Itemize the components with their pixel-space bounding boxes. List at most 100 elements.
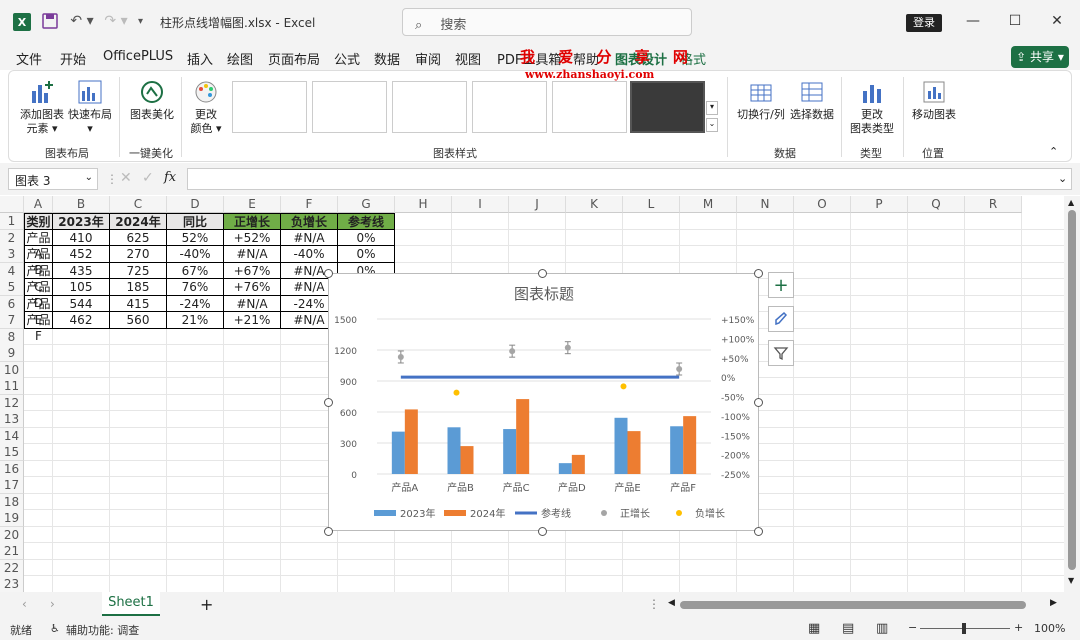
column-header[interactable]: L <box>623 196 680 213</box>
add-sheet-icon[interactable]: + <box>200 595 213 614</box>
table-header-cell[interactable]: 负增长 <box>281 213 338 230</box>
column-header[interactable]: E <box>224 196 281 213</box>
chart-beautify-button[interactable]: 图表美化 <box>127 79 177 122</box>
row-header[interactable]: 4 <box>0 262 24 280</box>
gallery-scroll-down-icon[interactable]: ▾ <box>706 101 718 115</box>
row-header[interactable]: 13 <box>0 411 24 428</box>
table-header-cell[interactable]: 2023年 <box>53 213 110 230</box>
gallery-more-icon[interactable]: ⌄ <box>706 118 718 132</box>
table-header-cell[interactable]: 正增长 <box>224 213 281 230</box>
row-header[interactable]: 6 <box>0 295 24 313</box>
table-cell[interactable]: +52% <box>224 229 281 246</box>
scroll-right-icon[interactable]: ▶ <box>1050 598 1057 608</box>
expand-formula-icon[interactable]: ⌄ <box>1058 172 1067 185</box>
redo-icon[interactable]: ↷ ▾ <box>102 11 130 31</box>
horizontal-scroll-thumb[interactable] <box>680 601 1026 609</box>
row-header[interactable]: 23 <box>0 576 24 593</box>
search-box[interactable]: ⌕ 搜索 <box>402 8 692 36</box>
row-header[interactable]: 20 <box>0 526 24 544</box>
column-header[interactable]: M <box>680 196 737 213</box>
move-chart-button[interactable]: 移动图表 <box>909 79 959 122</box>
column-header[interactable]: F <box>281 196 338 213</box>
select-all-corner[interactable] <box>0 196 24 213</box>
table-cell[interactable]: -24% <box>167 295 224 312</box>
login-button[interactable]: 登录 <box>906 14 942 32</box>
table-cell[interactable]: 52% <box>167 229 224 246</box>
normal-view-icon[interactable]: ▦ <box>808 621 820 636</box>
column-header[interactable]: B <box>53 196 110 213</box>
row-header[interactable]: 8 <box>0 328 24 346</box>
vertical-scrollbar[interactable]: ▲ ▼ <box>1064 196 1080 592</box>
share-button[interactable]: ⇪ 共享 ▾ <box>1011 46 1069 68</box>
maximize-icon[interactable]: ☐ <box>1000 8 1030 34</box>
collapse-ribbon-icon[interactable]: ⌃ <box>1049 145 1058 158</box>
column-header[interactable]: D <box>167 196 224 213</box>
table-header-cell[interactable]: 同比 <box>167 213 224 230</box>
scroll-up-icon[interactable]: ▲ <box>1068 198 1074 207</box>
column-header[interactable]: J <box>509 196 566 213</box>
table-cell[interactable]: 产品A <box>24 229 53 261</box>
menu-review[interactable]: 审阅 <box>415 49 441 68</box>
column-header[interactable]: C <box>110 196 167 213</box>
menu-insert[interactable]: 插入 <box>187 49 213 68</box>
insert-function-icon[interactable]: fx <box>164 170 176 185</box>
table-cell[interactable]: 产品C <box>24 262 53 294</box>
row-header[interactable]: 11 <box>0 378 24 395</box>
quick-layout-button[interactable]: 快速布局 ▾ <box>67 79 113 136</box>
table-cell[interactable]: 625 <box>110 229 167 246</box>
scroll-down-icon[interactable]: ▼ <box>1068 576 1074 585</box>
table-cell[interactable]: 560 <box>110 312 167 329</box>
menu-formulas[interactable]: 公式 <box>334 49 360 68</box>
menu-data[interactable]: 数据 <box>374 49 400 68</box>
column-header[interactable]: N <box>737 196 794 213</box>
row-header[interactable]: 17 <box>0 477 24 494</box>
table-cell[interactable]: 67% <box>167 262 224 279</box>
row-header[interactable]: 3 <box>0 246 24 263</box>
resize-handle[interactable] <box>754 269 763 278</box>
menu-officeplus[interactable]: OfficePLUS <box>103 49 173 64</box>
resize-handle[interactable] <box>324 269 333 278</box>
chart-object[interactable]: 图表标题 0 300 600 900 1200 1500 -250% -200% -150% -10… <box>328 273 759 531</box>
table-header-cell[interactable]: 类别 <box>24 213 53 230</box>
table-cell[interactable]: 462 <box>53 312 110 329</box>
name-box[interactable]: 图表 3 ⌄ <box>8 168 98 190</box>
column-header[interactable]: H <box>395 196 452 213</box>
zoom-in-icon[interactable]: + <box>1014 621 1023 634</box>
row-header[interactable]: 1 <box>0 213 24 230</box>
table-cell[interactable]: +67% <box>224 262 281 279</box>
table-cell[interactable]: 0% <box>338 229 395 246</box>
formula-input[interactable] <box>187 168 1072 190</box>
chart-filter-icon[interactable] <box>768 340 794 366</box>
save-icon[interactable] <box>42 11 58 31</box>
table-cell[interactable]: 452 <box>53 246 110 263</box>
next-sheet-icon[interactable]: › <box>50 597 55 611</box>
row-header[interactable]: 16 <box>0 460 24 478</box>
chart-style-4[interactable] <box>472 81 547 133</box>
minimize-icon[interactable]: — <box>958 8 988 34</box>
column-header[interactable]: Q <box>908 196 965 213</box>
table-cell[interactable]: 270 <box>110 246 167 263</box>
table-header-cell[interactable]: 2024年 <box>110 213 167 230</box>
zoom-out-icon[interactable]: − <box>908 621 917 634</box>
row-header[interactable]: 12 <box>0 394 24 412</box>
select-data-button[interactable]: 选择数据 <box>789 79 835 122</box>
resize-handle[interactable] <box>754 398 763 407</box>
chart-style-5[interactable] <box>552 81 627 133</box>
menu-page-layout[interactable]: 页面布局 <box>268 49 320 68</box>
zoom-slider-thumb[interactable] <box>962 623 966 634</box>
switch-row-col-button[interactable]: 切换行/列 <box>733 79 789 122</box>
table-cell[interactable]: 产品D <box>24 279 53 310</box>
scroll-left-icon[interactable]: ◀ <box>668 598 675 608</box>
table-cell[interactable]: 76% <box>167 279 224 296</box>
table-cell[interactable]: +76% <box>224 279 281 296</box>
table-cell[interactable]: #N/A <box>281 229 338 246</box>
prev-sheet-icon[interactable]: ‹ <box>22 597 27 611</box>
row-header[interactable]: 21 <box>0 543 24 560</box>
column-header[interactable]: I <box>452 196 509 213</box>
row-header[interactable]: 15 <box>0 444 24 461</box>
row-header[interactable]: 10 <box>0 361 24 379</box>
table-cell[interactable]: 0% <box>338 246 395 263</box>
undo-icon[interactable]: ↶ ▾ <box>68 11 96 31</box>
resize-handle[interactable] <box>324 527 333 536</box>
page-break-view-icon[interactable]: ▥ <box>876 621 888 636</box>
